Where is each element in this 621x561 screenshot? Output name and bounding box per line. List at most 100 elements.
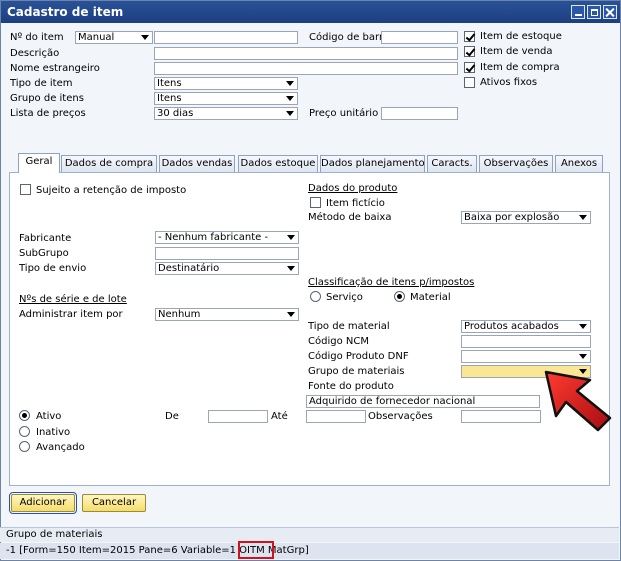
chevron-down-icon [141,35,149,40]
price-list-select[interactable]: 30 dias [154,107,298,120]
advanced-label: Avançado [36,442,85,453]
chevron-down-icon [286,96,294,101]
foreign-name-label: Nome estrangeiro [10,63,100,74]
chevron-down-icon [579,215,587,220]
chevron-down-icon [286,111,294,116]
tab-label: Geral [25,156,53,167]
description-field[interactable] [154,47,458,60]
ncm-code-label: Código NCM [308,336,369,347]
status-bar: Grupo de materiais [0,527,619,542]
inventory-item-label: Item de estoque [480,31,562,42]
tab-sales-data[interactable]: Dados vendas [159,155,235,172]
issue-method-select[interactable]: Baixa por explosão [461,211,591,224]
remarks-label: Observações [368,411,433,422]
shipping-type-select[interactable]: Destinatário [155,262,299,275]
item-master-window: Cadastro de item Nº do item Manual Códig… [0,0,621,561]
tab-remarks[interactable]: Observações [479,155,553,172]
tab-inventory-data[interactable]: Dados estoque [238,155,318,172]
status-field-name: Grupo de materiais [6,529,103,540]
tab-label: Dados estoque [240,158,316,169]
minimize-icon[interactable] [571,5,585,19]
add-button[interactable]: Adicionar [9,492,77,514]
item-number-field[interactable] [154,31,298,44]
unit-price-label: Preço unitário [309,108,379,119]
material-type-label: Tipo de material [308,321,390,332]
manage-item-by-select[interactable]: Nenhum [155,308,299,321]
tab-general[interactable]: Geral [18,153,60,173]
material-radio[interactable] [394,291,405,302]
purchase-item-label: Item de compra [480,62,560,73]
remarks-field[interactable] [461,410,541,423]
to-label: Até [271,411,288,422]
inactive-label: Inativo [36,427,71,438]
barcode-label: Código de barra [309,32,390,43]
tab-label: Caracts. [431,158,473,169]
subgroup-label: SubGrupo [19,248,69,259]
item-group-select[interactable]: Itens [154,92,298,105]
item-number-series-value: Manual [78,32,115,43]
system-info-text: -1 [Form=150 Item=2015 Pane=6 Variable=1… [6,545,268,556]
item-group-value: Itens [157,93,182,104]
active-radio[interactable] [19,410,30,421]
sales-item-checkbox[interactable] [464,46,475,57]
price-list-label: Lista de preços [10,108,86,119]
ncm-code-field[interactable] [461,335,591,348]
tab-planning-data[interactable]: Dados planejamento [320,155,425,172]
phantom-item-checkbox[interactable] [310,197,321,208]
sales-item-label: Item de venda [480,46,553,57]
tab-properties[interactable]: Caracts. [427,155,477,172]
subgroup-field[interactable] [155,247,299,260]
maximize-icon[interactable] [587,5,601,19]
service-label: Serviço [326,292,363,303]
fixed-assets-checkbox[interactable] [464,77,475,88]
system-info-suffix: ] [304,545,309,556]
withholding-tax-label: Sujeito a retenção de imposto [36,185,187,196]
tab-strip: Geral Dados de compra Dados vendas Dados… [1,151,620,173]
foreign-name-field[interactable] [154,62,458,75]
tax-classification-heading: Classificação de itens p/impostos [308,277,475,288]
chevron-down-icon [287,312,295,317]
description-label: Descrição [10,48,60,59]
shipping-type-value: Destinatário [158,263,220,274]
tab-label: Dados de compra [64,158,154,169]
tab-label: Dados vendas [161,158,233,169]
service-radio[interactable] [310,291,321,302]
tab-label: Observações [483,158,549,169]
unit-price-field[interactable] [381,107,458,120]
barcode-field[interactable] [381,31,458,44]
chevron-down-icon [287,235,295,240]
to-date-field[interactable] [306,410,366,423]
from-date-field[interactable] [208,410,268,423]
item-type-value: Itens [157,78,182,89]
product-source-label: Fonte do produto [308,381,394,392]
purchase-item-checkbox[interactable] [464,62,475,73]
inactive-radio[interactable] [19,426,30,437]
manufacturer-select[interactable]: - Nenhum fabricante - [155,231,299,244]
general-tab-panel: Sujeito a retenção de imposto Dados do p… [9,172,610,486]
product-source-value: Adquirido de fornecedor nacional [309,396,476,407]
chevron-down-icon [286,81,294,86]
cancel-button[interactable]: Cancelar [82,494,146,512]
issue-method-label: Método de baixa [308,212,392,223]
chevron-down-icon [579,354,587,359]
chevron-down-icon [287,266,295,271]
manage-item-by-value: Nenhum [158,309,201,320]
product-source-field[interactable]: Adquirido de fornecedor nacional [306,395,540,408]
material-group-label: Grupo de materiais [308,366,405,377]
withholding-tax-checkbox[interactable] [20,184,31,195]
item-number-label: Nº do item [10,32,64,43]
tab-attachments[interactable]: Anexos [555,155,603,172]
close-icon[interactable] [603,5,617,19]
dnf-code-select[interactable] [461,350,591,363]
item-number-series-select[interactable]: Manual [75,31,153,44]
add-button-label: Adicionar [19,497,67,508]
advanced-radio[interactable] [19,441,30,452]
fixed-assets-label: Ativos fixos [480,77,538,88]
inventory-item-checkbox[interactable] [464,31,475,42]
tab-purchasing-data[interactable]: Dados de compra [61,155,157,172]
tab-label: Anexos [560,158,598,169]
active-label: Ativo [36,411,62,422]
material-type-select[interactable]: Produtos acabados [461,320,591,333]
item-type-select[interactable]: Itens [154,77,298,90]
price-list-value: 30 dias [157,108,194,119]
